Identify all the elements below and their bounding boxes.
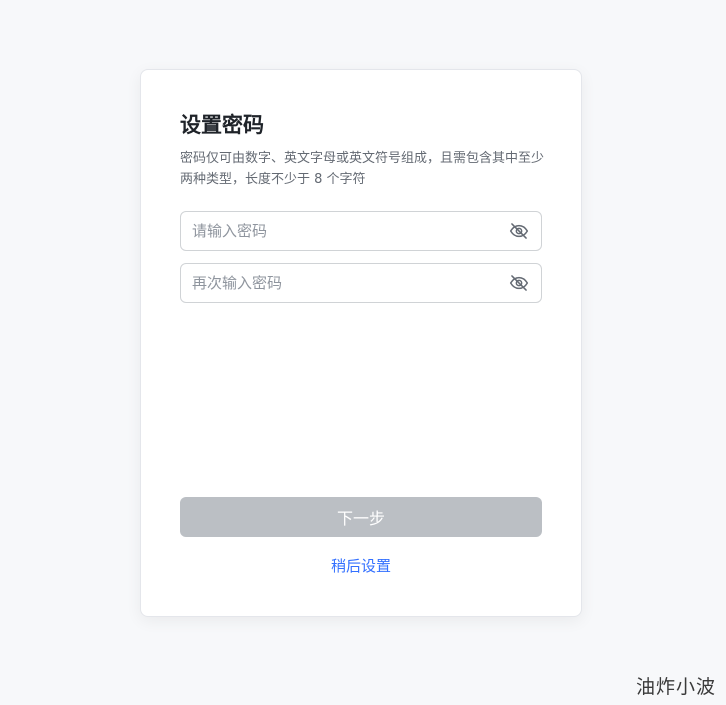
page-title: 设置密码 bbox=[180, 113, 264, 137]
watermark: 油炸小波 bbox=[635, 676, 716, 698]
password-field bbox=[180, 211, 542, 251]
next-button[interactable]: 下一步 bbox=[180, 497, 542, 537]
set-password-card: 设置密码 密码仅可由数字、英文字母或英文符号组成，且需包含其中至少两种类型，长度… bbox=[140, 69, 582, 617]
set-later-link[interactable]: 稍后设置 bbox=[180, 553, 542, 579]
eye-off-icon[interactable] bbox=[509, 221, 529, 241]
eye-off-icon[interactable] bbox=[509, 273, 529, 293]
password-rules-description: 密码仅可由数字、英文字母或英文符号组成，且需包含其中至少两种类型，长度不少于 8… bbox=[180, 151, 545, 187]
confirm-password-input[interactable] bbox=[181, 264, 502, 302]
password-input[interactable] bbox=[181, 212, 502, 250]
confirm-password-field bbox=[180, 263, 542, 303]
